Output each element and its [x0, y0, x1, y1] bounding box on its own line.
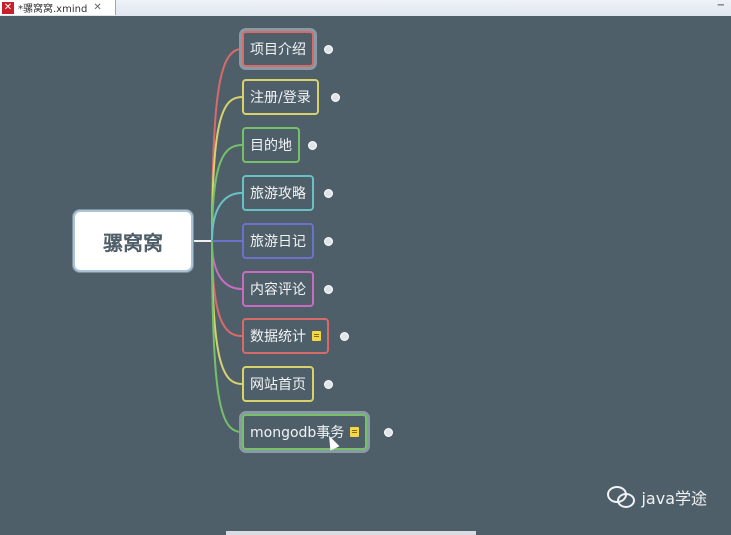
topic-travel-diary[interactable]: 旅游日记 — [242, 223, 314, 259]
topic-travel-guide[interactable]: 旅游攻略 — [242, 175, 314, 211]
expand-icon[interactable] — [324, 45, 333, 54]
expand-icon[interactable] — [340, 332, 349, 341]
note-icon[interactable] — [350, 427, 360, 437]
topic-homepage[interactable]: 网站首页 — [242, 366, 314, 402]
topic-data-statistics[interactable]: 数据统计 — [242, 318, 329, 354]
topic-label: 网站首页 — [250, 377, 306, 393]
topic-label: 旅游日记 — [250, 234, 306, 250]
topic-label: 内容评论 — [250, 282, 306, 298]
topic-label: 数据统计 — [250, 329, 306, 345]
expand-icon[interactable] — [324, 285, 333, 294]
central-topic[interactable]: 骡窝窝 — [73, 210, 193, 272]
horizontal-scrollbar[interactable] — [226, 531, 476, 535]
expand-icon[interactable] — [384, 428, 393, 437]
expand-icon[interactable] — [324, 237, 333, 246]
expand-icon[interactable] — [324, 380, 333, 389]
wechat-icon — [607, 486, 636, 508]
topic-mongodb-transaction[interactable]: mongodb事务 — [242, 414, 368, 450]
topic-destination[interactable]: 目的地 — [242, 127, 300, 163]
topic-project-intro[interactable]: 项目介绍 — [242, 31, 314, 67]
topic-label: 目的地 — [250, 138, 292, 154]
topic-label: 项目介绍 — [250, 42, 306, 58]
note-icon[interactable] — [312, 331, 321, 341]
topic-label: 旅游攻略 — [250, 186, 306, 202]
topic-label: 注册/登录 — [250, 90, 311, 106]
expand-icon[interactable] — [308, 141, 317, 150]
expand-icon[interactable] — [331, 93, 340, 102]
expand-icon[interactable] — [324, 189, 333, 198]
watermark-text: java学途 — [641, 489, 707, 508]
topic-content-comment[interactable]: 内容评论 — [242, 271, 314, 307]
topic-register-login[interactable]: 注册/登录 — [242, 79, 319, 115]
watermark: java学途 — [607, 485, 707, 509]
